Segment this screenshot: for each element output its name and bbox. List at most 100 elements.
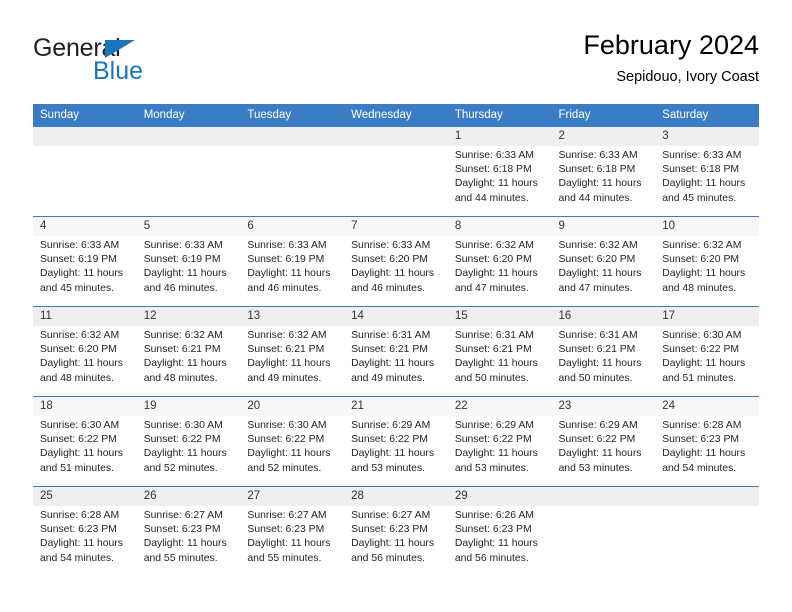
day-sun-info: Sunrise: 6:33 AM Sunset: 6:19 PM Daylight:… <box>33 236 137 296</box>
daylight-text: and 45 minutes. <box>40 282 114 294</box>
calendar-day-cell: 9 Sunrise: 6:32 AM Sunset: 6:20 PM Daylight… <box>551 216 656 307</box>
calendar-day[interactable]: 18 Sunrise: 6:30 AM Sunset: 6:22 PM Dayligh… <box>33 397 137 486</box>
logo-text-blue: Blue <box>93 57 144 85</box>
general-blue-logo[interactable]: General Blue <box>33 36 293 92</box>
day-sun-info: Sunrise: 6:27 AM Sunset: 6:23 PM Daylight:… <box>344 506 448 566</box>
day-number: 6 <box>240 217 345 236</box>
calendar-day-cell: 16 Sunrise: 6:31 AM Sunset: 6:21 PM Dayligh… <box>551 306 656 397</box>
calendar-day[interactable]: 28 Sunrise: 6:27 AM Sunset: 6:23 PM Dayligh… <box>344 487 448 576</box>
calendar-day-cell: 19 Sunrise: 6:30 AM Sunset: 6:22 PM Dayligh… <box>136 396 241 487</box>
sunset-text: Sunset: 6:18 PM <box>454 164 532 176</box>
calendar-day-empty <box>240 127 345 216</box>
daylight-text: Daylight: 11 hours <box>40 538 123 550</box>
daylight-text: Daylight: 11 hours <box>351 538 435 550</box>
sunrise-text: Sunrise: 6:28 AM <box>662 420 742 431</box>
calendar-day[interactable]: 2 Sunrise: 6:33 AM Sunset: 6:18 PM Daylight… <box>551 127 656 216</box>
daylight-text: and 46 minutes. <box>351 282 426 294</box>
calendar-day[interactable]: 5 Sunrise: 6:33 AM Sunset: 6:19 PM Daylight… <box>136 217 241 306</box>
daylight-text: Daylight: 11 hours <box>558 268 642 280</box>
day-number: 14 <box>344 307 448 326</box>
day-sun-info: Sunrise: 6:26 AM Sunset: 6:23 PM Daylight:… <box>448 506 552 566</box>
day-number <box>240 127 345 146</box>
sunrise-text: Sunrise: 6:33 AM <box>351 240 431 251</box>
calendar-day-cell <box>344 126 448 217</box>
calendar-day[interactable]: 6 Sunrise: 6:33 AM Sunset: 6:19 PM Daylight… <box>240 217 345 306</box>
daylight-text: and 53 minutes. <box>454 462 529 474</box>
calendar-day[interactable]: 29 Sunrise: 6:26 AM Sunset: 6:23 PM Dayligh… <box>447 487 552 576</box>
calendar-day[interactable]: 8 Sunrise: 6:32 AM Sunset: 6:20 PM Daylight… <box>447 217 552 306</box>
calendar-day[interactable]: 15 Sunrise: 6:31 AM Sunset: 6:21 PM Dayligh… <box>447 307 552 396</box>
sunrise-text: Sunrise: 6:30 AM <box>40 420 120 431</box>
daylight-text: and 52 minutes. <box>247 462 322 474</box>
sunrise-text: Sunrise: 6:29 AM <box>351 420 431 431</box>
calendar-day[interactable]: 26 Sunrise: 6:27 AM Sunset: 6:23 PM Dayligh… <box>136 487 241 576</box>
day-sun-info: Sunrise: 6:32 AM Sunset: 6:20 PM Daylight:… <box>448 236 552 296</box>
calendar-day[interactable]: 13 Sunrise: 6:32 AM Sunset: 6:21 PM Dayligh… <box>240 307 345 396</box>
sunrise-text: Sunrise: 6:32 AM <box>40 330 120 341</box>
day-sun-info: Sunrise: 6:32 AM Sunset: 6:20 PM Daylight:… <box>655 236 759 296</box>
calendar-day-cell: 21 Sunrise: 6:29 AM Sunset: 6:22 PM Dayligh… <box>344 396 448 487</box>
daylight-text: Daylight: 11 hours <box>454 448 538 460</box>
calendar-day[interactable]: 19 Sunrise: 6:30 AM Sunset: 6:22 PM Dayligh… <box>136 397 241 486</box>
sunrise-text: Sunrise: 6:32 AM <box>662 240 742 251</box>
sunrise-text: Sunrise: 6:33 AM <box>40 240 120 251</box>
day-number: 29 <box>447 487 552 506</box>
daylight-text: Daylight: 11 hours <box>558 448 642 460</box>
sunrise-text: Sunrise: 6:29 AM <box>558 420 638 431</box>
calendar-day-cell: 22 Sunrise: 6:29 AM Sunset: 6:22 PM Dayligh… <box>447 396 552 487</box>
daylight-text: Daylight: 11 hours <box>351 448 435 460</box>
calendar-day[interactable]: 16 Sunrise: 6:31 AM Sunset: 6:21 PM Dayligh… <box>551 307 656 396</box>
day-sun-info: Sunrise: 6:30 AM Sunset: 6:22 PM Daylight:… <box>655 326 759 386</box>
calendar-day[interactable]: 24 Sunrise: 6:28 AM Sunset: 6:23 PM Dayligh… <box>655 397 759 486</box>
calendar-day[interactable]: 10 Sunrise: 6:32 AM Sunset: 6:20 PM Dayligh… <box>655 217 759 306</box>
daylight-text: and 48 minutes. <box>143 372 218 384</box>
calendar-day[interactable]: 20 Sunrise: 6:30 AM Sunset: 6:22 PM Dayligh… <box>240 397 345 486</box>
sunrise-text: Sunrise: 6:31 AM <box>351 330 431 341</box>
sunrise-text: Sunrise: 6:33 AM <box>662 150 742 161</box>
daylight-text: Daylight: 11 hours <box>143 538 227 550</box>
day-number: 4 <box>33 217 137 236</box>
calendar-day[interactable]: 7 Sunrise: 6:33 AM Sunset: 6:20 PM Daylight… <box>344 217 448 306</box>
day-number: 24 <box>655 397 759 416</box>
sunrise-text: Sunrise: 6:30 AM <box>143 420 223 431</box>
calendar-day[interactable]: 17 Sunrise: 6:30 AM Sunset: 6:22 PM Dayligh… <box>655 307 759 396</box>
calendar-day-cell: 24 Sunrise: 6:28 AM Sunset: 6:23 PM Dayligh… <box>655 396 759 487</box>
daylight-text: and 50 minutes. <box>558 372 633 384</box>
daylight-text: Daylight: 11 hours <box>454 268 538 280</box>
day-number: 10 <box>655 217 759 236</box>
sunset-text: Sunset: 6:23 PM <box>662 434 740 446</box>
daylight-text: and 47 minutes. <box>558 282 633 294</box>
calendar-day[interactable]: 11 Sunrise: 6:32 AM Sunset: 6:20 PM Dayligh… <box>33 307 137 396</box>
sunset-text: Sunset: 6:20 PM <box>558 254 636 266</box>
day-number <box>655 487 759 506</box>
sunset-text: Sunset: 6:23 PM <box>247 524 325 536</box>
sunset-text: Sunset: 6:23 PM <box>351 524 428 536</box>
calendar-day[interactable]: 21 Sunrise: 6:29 AM Sunset: 6:22 PM Dayligh… <box>344 397 448 486</box>
daylight-text: Daylight: 11 hours <box>143 358 227 370</box>
sunrise-text: Sunrise: 6:28 AM <box>40 510 120 521</box>
calendar-week-row: 25 Sunrise: 6:28 AM Sunset: 6:23 PM Dayligh… <box>33 486 759 576</box>
calendar-day[interactable]: 22 Sunrise: 6:29 AM Sunset: 6:22 PM Dayligh… <box>447 397 552 486</box>
daylight-text: and 44 minutes. <box>454 192 529 204</box>
calendar-day-cell: 13 Sunrise: 6:32 AM Sunset: 6:21 PM Dayligh… <box>240 306 345 397</box>
day-sun-info: Sunrise: 6:27 AM Sunset: 6:23 PM Daylight:… <box>137 506 241 566</box>
calendar-day[interactable]: 3 Sunrise: 6:33 AM Sunset: 6:18 PM Daylight… <box>655 127 759 216</box>
day-sun-info: Sunrise: 6:33 AM Sunset: 6:18 PM Daylight:… <box>655 146 759 206</box>
calendar-day[interactable]: 23 Sunrise: 6:29 AM Sunset: 6:22 PM Dayligh… <box>551 397 656 486</box>
calendar-day[interactable]: 1 Sunrise: 6:33 AM Sunset: 6:18 PM Daylight… <box>447 127 552 216</box>
day-sun-info: Sunrise: 6:32 AM Sunset: 6:20 PM Daylight:… <box>552 236 656 296</box>
calendar-day[interactable]: 4 Sunrise: 6:33 AM Sunset: 6:19 PM Daylight… <box>33 217 137 306</box>
sunset-text: Sunset: 6:18 PM <box>558 164 636 176</box>
daylight-text: and 49 minutes. <box>351 372 426 384</box>
calendar-day[interactable]: 12 Sunrise: 6:32 AM Sunset: 6:21 PM Dayligh… <box>136 307 241 396</box>
title-block: February 2024 Sepidouo, Ivory Coast <box>583 30 759 86</box>
calendar-day[interactable]: 27 Sunrise: 6:27 AM Sunset: 6:23 PM Dayligh… <box>240 487 345 576</box>
calendar-day[interactable]: 25 Sunrise: 6:28 AM Sunset: 6:23 PM Dayligh… <box>33 487 137 576</box>
sunset-text: Sunset: 6:22 PM <box>143 434 221 446</box>
calendar-day[interactable]: 14 Sunrise: 6:31 AM Sunset: 6:21 PM Dayligh… <box>344 307 448 396</box>
daylight-text: Daylight: 11 hours <box>40 268 123 280</box>
daylight-text: Daylight: 11 hours <box>558 178 642 190</box>
daylight-text: Daylight: 11 hours <box>40 448 123 460</box>
daylight-text: and 54 minutes. <box>40 552 114 564</box>
calendar-day[interactable]: 9 Sunrise: 6:32 AM Sunset: 6:20 PM Daylight… <box>551 217 656 306</box>
